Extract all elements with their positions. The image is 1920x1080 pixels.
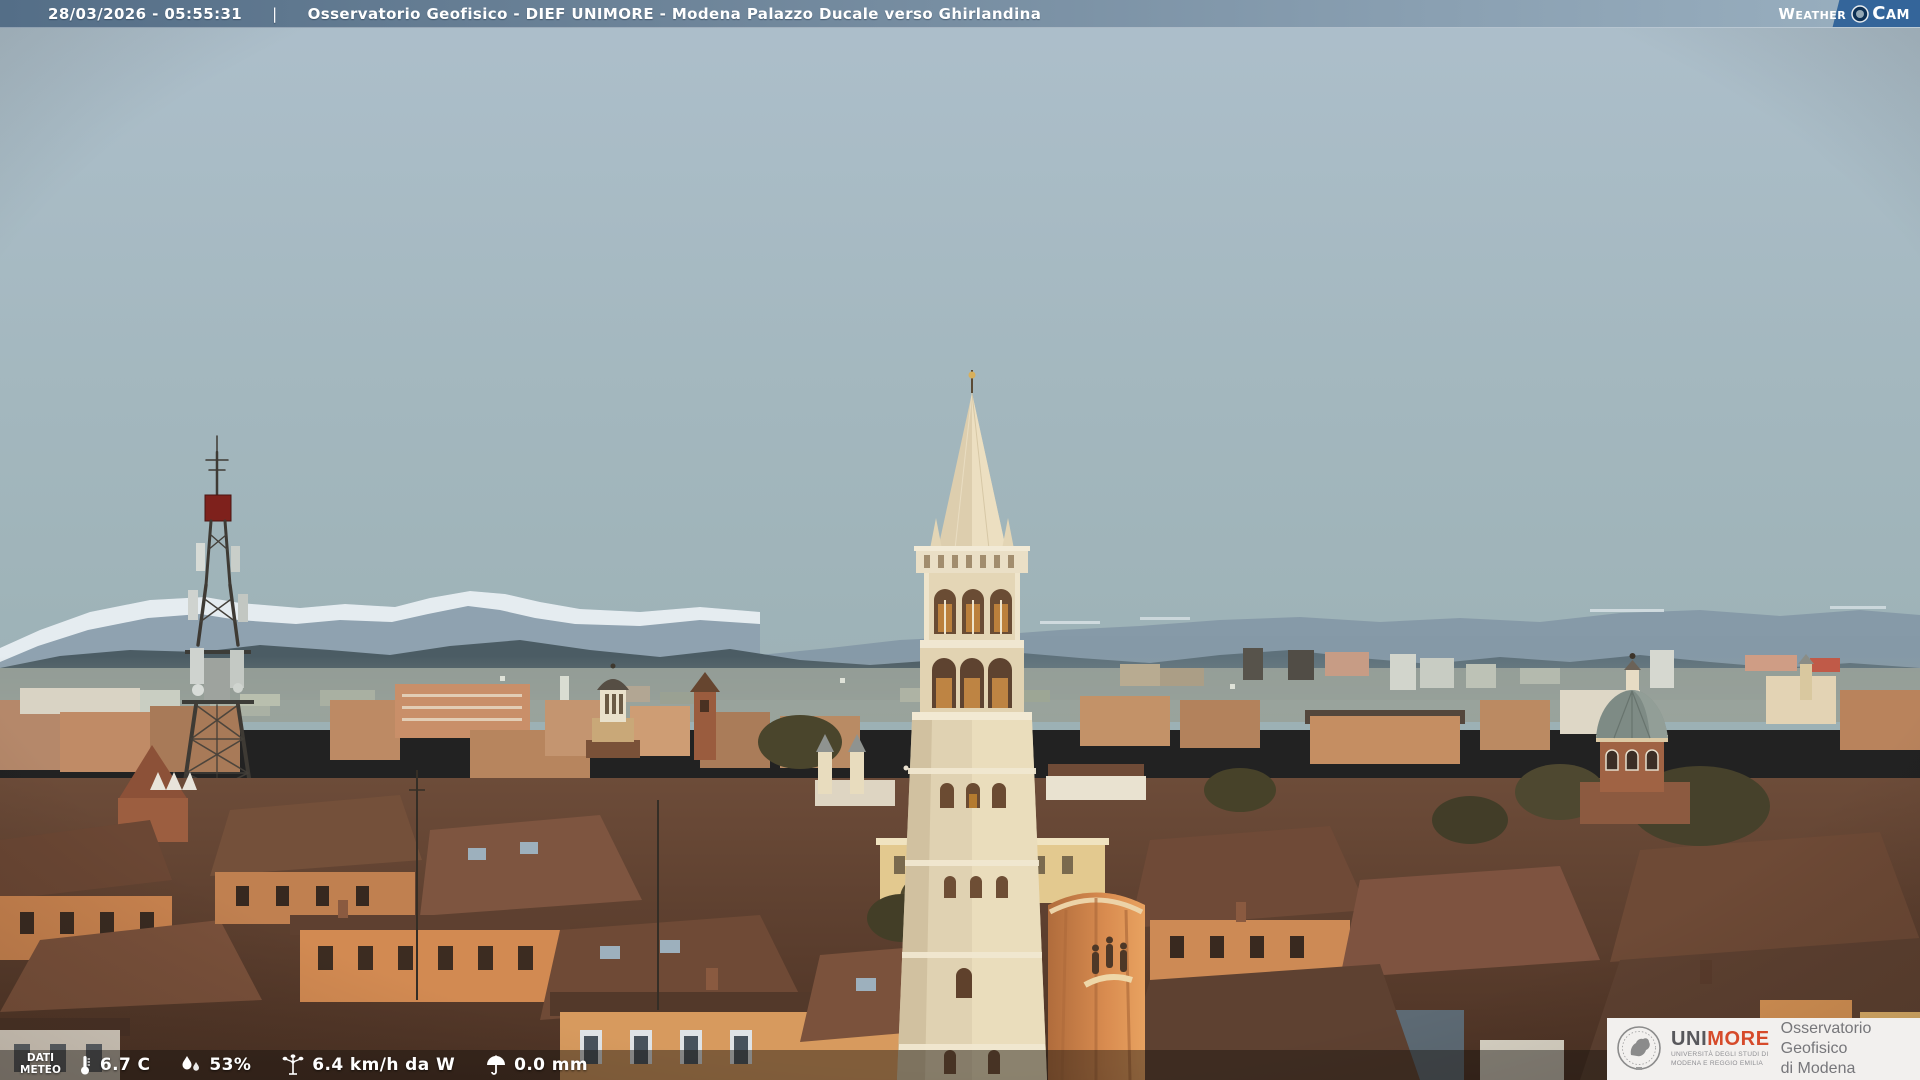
rain-value: 0.0 mm [514,1055,588,1075]
page-title: Osservatorio Geofisico - DIEF UNIMORE - … [307,4,1042,23]
humidity-value: 53% [209,1055,252,1075]
wind-value: 6.4 km/h da W [312,1055,456,1075]
humidity-icon [182,1056,200,1071]
dati-meteo-label: DATI METEO [20,1052,61,1076]
timestamp: 28/03/2026 - 05:55:31 [48,4,243,23]
unimore-wordmark: UNIMORE UNIVERSITÀ DEGLI STUDI DI MODENA… [1671,1029,1770,1068]
humidity-reading: 53% [180,1055,251,1075]
vignette [0,0,1920,1080]
webcam-frame: 28/03/2026 - 05:55:31 | Osservatorio Geo… [0,0,1920,1080]
weathercam-logo: Weather Cam [1778,0,1920,27]
observatory-name: Osservatorio Geofisico di Modena [1780,1020,1872,1077]
umbrella-icon [487,1055,506,1075]
thermometer-icon [80,1056,90,1075]
temperature-value: 6.7 C [99,1055,151,1075]
wind-reading: 6.4 km/h da W [281,1054,455,1076]
rain-reading: 0.0 mm [485,1054,588,1076]
title-bar: 28/03/2026 - 05:55:31 | Osservatorio Geo… [0,0,1920,28]
weathercam-logo-weather: Weather [1778,4,1847,23]
webcam-photo [0,0,1920,1080]
weathercam-globe-icon [1851,4,1870,23]
anemometer-icon [282,1054,304,1075]
unimore-seal-icon [1615,1023,1663,1075]
unimore-uni-text: UNI [1671,1028,1708,1051]
temperature-reading: 6.7 C [77,1054,151,1076]
unimore-branding-box: UNIMORE UNIVERSITÀ DEGLI STUDI DI MODENA… [1607,1018,1920,1080]
weathercam-logo-cam: Cam [1872,3,1910,24]
title-separator: | [272,4,278,23]
unimore-subtitle: UNIVERSITÀ DEGLI STUDI DI MODENA E REGGI… [1671,1051,1769,1067]
unimore-more-text: MORE [1707,1028,1770,1051]
